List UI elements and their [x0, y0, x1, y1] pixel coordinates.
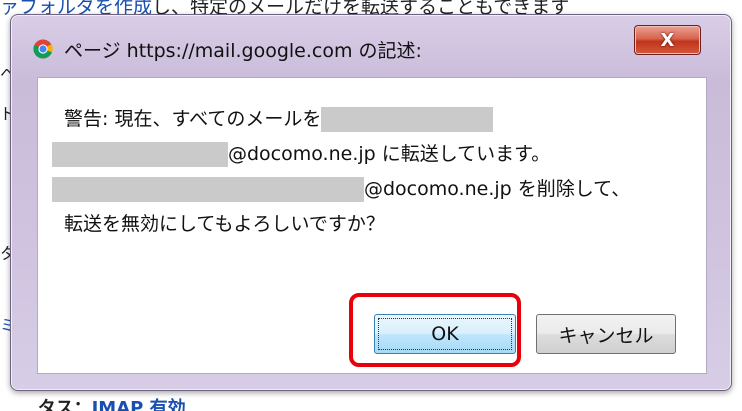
- message-line-1: 警告: 現在、すべてのメールを: [64, 102, 494, 137]
- message-line-3-text: @docomo.ne.jp を削除して、: [364, 178, 631, 200]
- status-label: タス：: [37, 398, 92, 411]
- dialog-content: 警告: 現在、すべてのメールを @docomo.ne.jp に転送しています。 …: [37, 77, 707, 374]
- message-line-4: 転送を無効にしてもよろしいですか？: [64, 213, 385, 235]
- alert-dialog: ページ https://mail.google.com の記述: X 警告: 現…: [10, 14, 732, 391]
- background-left-fragment: ミ: [0, 316, 17, 335]
- background-left-fragment: タ: [0, 244, 17, 263]
- dialog-titlebar[interactable]: ページ https://mail.google.com の記述: X: [11, 15, 731, 71]
- redacted-email: [52, 142, 228, 167]
- message-line-3: @docomo.ne.jp を削除して、: [52, 172, 630, 207]
- background-status-text: タス：IMAP 有効: [0, 393, 742, 411]
- chrome-icon: [33, 39, 53, 59]
- background-left-fragment: ド: [0, 104, 17, 123]
- dialog-title: ページ https://mail.google.com の記述:: [64, 40, 422, 62]
- close-button[interactable]: X: [634, 25, 701, 55]
- close-icon: X: [660, 29, 675, 51]
- message-line-2-text: @docomo.ne.jp に転送しています。: [228, 143, 551, 165]
- message-line-1-text: 警告: 現在、すべてのメールを: [64, 108, 322, 130]
- cancel-button[interactable]: キャンセル: [536, 314, 676, 354]
- imap-status-link[interactable]: IMAP 有効: [92, 398, 186, 411]
- redacted-email: [321, 107, 494, 132]
- ok-button[interactable]: OK: [374, 314, 516, 354]
- message-line-2: @docomo.ne.jp に転送しています。: [52, 137, 550, 172]
- background-left-fragment: ヘ: [0, 64, 17, 83]
- redacted-email: [52, 177, 364, 202]
